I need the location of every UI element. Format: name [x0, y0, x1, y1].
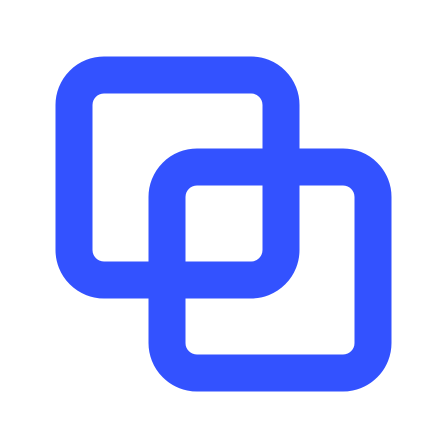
- icon-canvas: [0, 0, 448, 448]
- overlapping-squares-icon: [55, 56, 392, 392]
